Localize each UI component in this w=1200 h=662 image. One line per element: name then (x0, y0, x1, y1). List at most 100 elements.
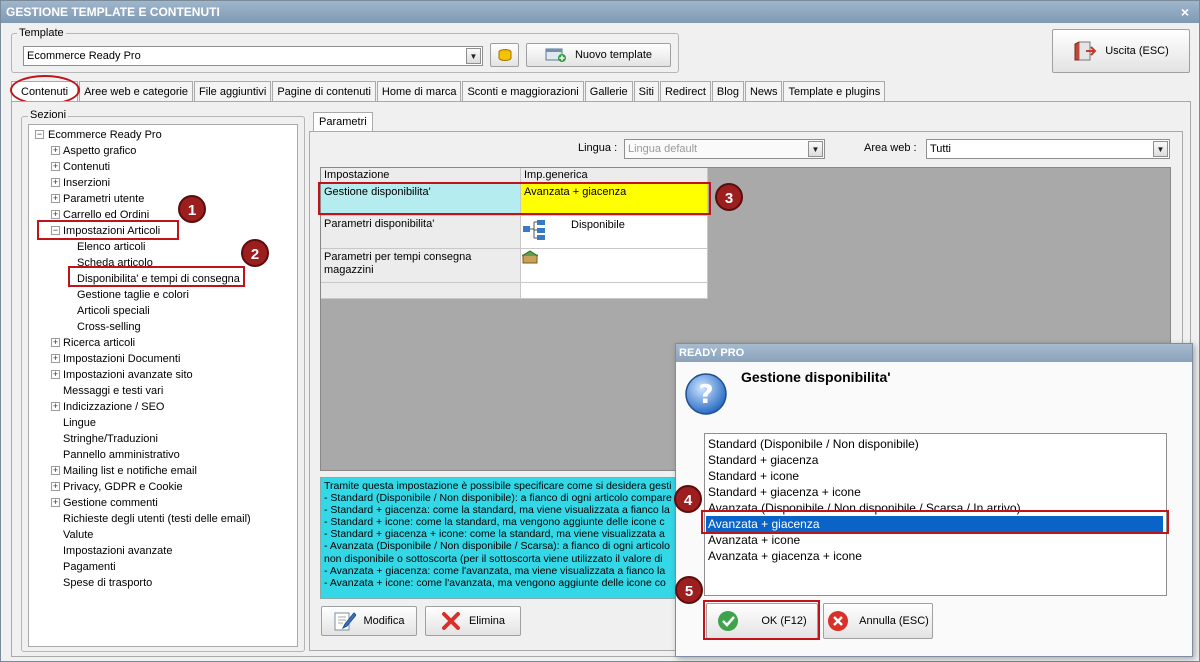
grid-row-value-cell[interactable] (521, 249, 708, 283)
option-item[interactable]: Avanzata + giacenza (706, 516, 1163, 532)
option-item[interactable]: Avanzata (Disponibile / Non disponibile … (708, 500, 1021, 516)
option-item[interactable]: Standard + icone (708, 468, 799, 484)
option-item[interactable]: Standard + giacenza + icone (708, 484, 861, 500)
tab-home-marca[interactable]: Home di marca (376, 81, 462, 102)
expand-icon[interactable]: + (51, 178, 60, 187)
tree-item[interactable]: + Parametri utente (49, 191, 144, 207)
tab-pagine-contenuti[interactable]: Pagine di contenuti (272, 81, 376, 102)
template-select-value: Ecommerce Ready Pro (27, 50, 141, 62)
tab-news[interactable]: News (744, 81, 783, 102)
chevron-down-icon[interactable]: ▼ (808, 141, 823, 157)
template-select[interactable]: Ecommerce Ready Pro ▼ (23, 46, 483, 66)
sections-tree[interactable]: − Ecommerce Ready Pro + Aspetto grafico + Con… (28, 124, 298, 647)
template-group-label: Template (17, 27, 66, 39)
step-marker-4: 4 (674, 485, 702, 513)
chevron-down-icon[interactable]: ▼ (466, 48, 481, 64)
tree-item[interactable]: Impostazioni avanzate (49, 543, 172, 559)
tree-item-label: Impostazioni Documenti (63, 353, 181, 365)
option-item[interactable]: Avanzata + icone (708, 532, 800, 548)
expand-icon[interactable]: + (51, 402, 60, 411)
expand-icon[interactable]: + (51, 146, 60, 155)
grid-row-value-cell[interactable]: Disponibile (521, 216, 708, 249)
tab-aree-web[interactable]: Aree web e categorie (79, 81, 194, 102)
tree-root[interactable]: − Ecommerce Ready Pro (33, 127, 162, 143)
tree-item[interactable]: Articoli speciali (77, 303, 150, 319)
area-web-select[interactable]: Tutti ▼ (926, 139, 1170, 159)
tree-item[interactable]: + Contenuti (49, 159, 110, 175)
tab-parametri[interactable]: Parametri (313, 112, 373, 132)
tree-item[interactable]: + Mailing list e notifiche email (49, 463, 197, 479)
tree-item[interactable]: Disponibilita' e tempi di consegna (77, 271, 240, 287)
tree-item[interactable]: + Indicizzazione / SEO (49, 399, 165, 415)
tree-item[interactable]: − Impostazioni Articoli (49, 223, 160, 239)
exit-button[interactable]: Uscita (ESC) (1052, 29, 1190, 73)
tree-item[interactable]: + Gestione commenti (49, 495, 158, 511)
tab-redirect[interactable]: Redirect (659, 81, 711, 102)
tab-siti[interactable]: Siti (633, 81, 659, 102)
edit-button[interactable]: Modifica (321, 606, 417, 636)
lingua-select[interactable]: Lingua default ▼ (624, 139, 825, 159)
ok-button[interactable]: OK (F12) (706, 603, 818, 639)
new-template-button[interactable]: Nuovo template (526, 43, 671, 67)
tab-template-plugins[interactable]: Template e plugins (783, 81, 886, 102)
description-line: - Standard (Disponibile / Non disponibil… (324, 492, 672, 505)
tree-item[interactable]: Stringhe/Traduzioni (49, 431, 158, 447)
description-line: - Standard + icone: come la standard, ma… (324, 516, 665, 529)
tree-item[interactable]: Scheda articolo (77, 255, 153, 271)
tree-item[interactable]: Valute (49, 527, 93, 543)
area-web-select-value: Tutti (930, 143, 951, 155)
tree-item[interactable]: + Impostazioni Documenti (49, 351, 180, 367)
tree-item-label: Contenuti (63, 161, 111, 173)
option-item[interactable]: Standard + giacenza (708, 452, 818, 468)
expand-icon[interactable]: + (51, 194, 60, 203)
grid-row-value[interactable]: Avanzata + giacenza (521, 184, 708, 216)
warehouse-icon (522, 250, 538, 264)
tree-item[interactable]: Gestione taglie e colori (77, 287, 189, 303)
expand-icon[interactable]: + (51, 354, 60, 363)
tree-item[interactable]: Messaggi e testi vari (49, 383, 163, 399)
expand-icon[interactable]: + (51, 370, 60, 379)
step-marker-1: 1 (178, 195, 206, 223)
close-icon[interactable]: × (1181, 1, 1189, 23)
tree-item[interactable]: + Aspetto grafico (49, 143, 136, 159)
tree-item-label: Gestione taglie e colori (77, 289, 189, 301)
template-folder-button[interactable] (490, 43, 519, 67)
tree-item-label: Articoli speciali (77, 305, 150, 317)
option-item[interactable]: Standard (Disponibile / Non disponibile) (708, 436, 919, 452)
expand-icon[interactable]: + (51, 466, 60, 475)
tree-item[interactable]: Elenco articoli (77, 239, 145, 255)
collapse-icon[interactable]: − (35, 130, 44, 139)
tab-blog[interactable]: Blog (711, 81, 744, 102)
lingua-select-value: Lingua default (628, 143, 698, 155)
tree-item[interactable]: + Inserzioni (49, 175, 110, 191)
tree-item-label: Inserzioni (63, 177, 111, 189)
tab-sconti[interactable]: Sconti e maggiorazioni (462, 81, 584, 102)
tree-item[interactable]: Cross-selling (77, 319, 141, 335)
tree-item[interactable]: Lingue (49, 415, 96, 431)
grid-row-setting[interactable]: Parametri per tempi consegna magazzini (321, 249, 521, 283)
option-item[interactable]: Avanzata + giacenza + icone (708, 548, 862, 564)
expand-icon[interactable]: + (51, 498, 60, 507)
tab-file-aggiuntivi[interactable]: File aggiuntivi (194, 81, 272, 102)
grid-row-setting[interactable]: Gestione disponibilita' (321, 184, 521, 216)
tree-item[interactable]: + Ricerca articoli (49, 335, 135, 351)
tree-item[interactable]: Spese di trasporto (49, 575, 152, 591)
chevron-down-icon[interactable]: ▼ (1153, 141, 1168, 157)
expand-icon[interactable]: + (51, 210, 60, 219)
tab-gallerie[interactable]: Gallerie (584, 81, 633, 102)
expand-icon[interactable]: + (51, 162, 60, 171)
grid-row-setting[interactable]: Parametri disponibilita' (321, 216, 521, 249)
availability-options-list[interactable]: Standard (Disponibile / Non disponibile)… (704, 433, 1167, 596)
expand-icon[interactable]: + (51, 338, 60, 347)
collapse-icon[interactable]: − (51, 226, 60, 235)
tree-item[interactable]: Pannello amministrativo (49, 447, 180, 463)
expand-icon[interactable]: + (51, 482, 60, 491)
tree-item[interactable]: Richieste degli utenti (testi delle emai… (49, 511, 251, 527)
tree-item-label: Mailing list e notifiche email (63, 465, 197, 477)
delete-button[interactable]: Elimina (425, 606, 521, 636)
tree-item[interactable]: + Carrello ed Ordini (49, 207, 149, 223)
cancel-button[interactable]: Annulla (ESC) (823, 603, 933, 639)
tree-item[interactable]: + Privacy, GDPR e Cookie (49, 479, 183, 495)
tree-item[interactable]: Pagamenti (49, 559, 116, 575)
tree-item[interactable]: + Impostazioni avanzate sito (49, 367, 193, 383)
